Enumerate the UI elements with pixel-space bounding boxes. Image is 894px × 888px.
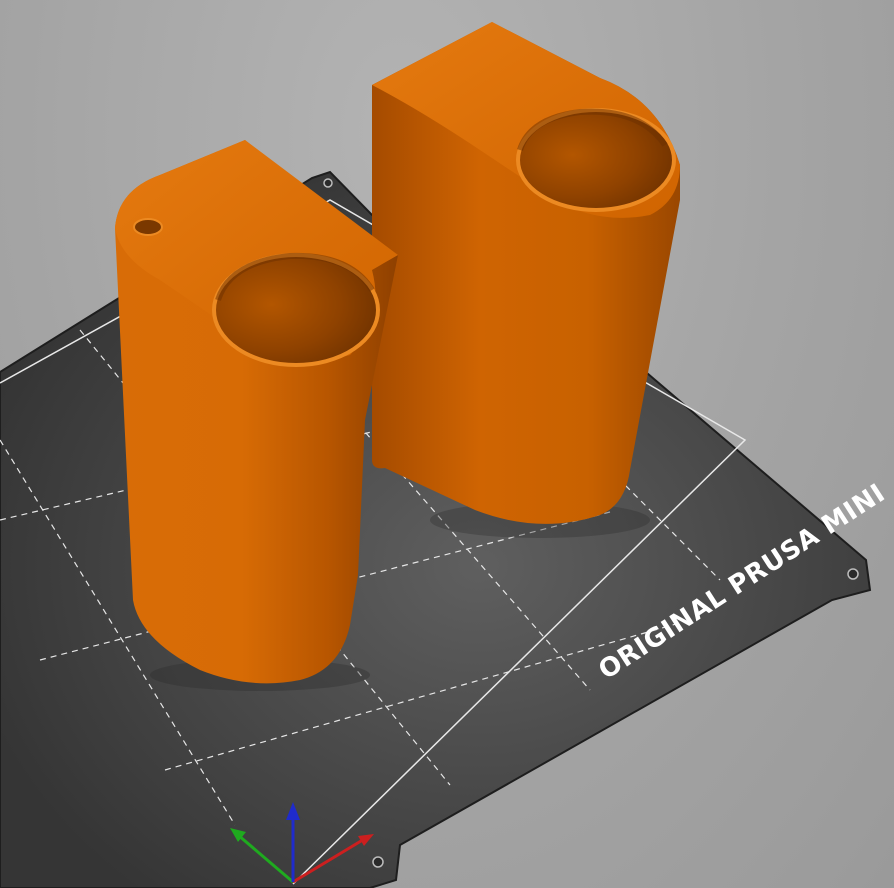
bed-hole-icon	[372, 856, 384, 868]
bed-hole-icon	[323, 178, 333, 188]
bed-hole-icon	[847, 568, 859, 580]
holder-left-pin-hole	[133, 218, 163, 236]
3d-viewport[interactable]: ORIGINAL PRUSA MINI	[0, 0, 894, 888]
